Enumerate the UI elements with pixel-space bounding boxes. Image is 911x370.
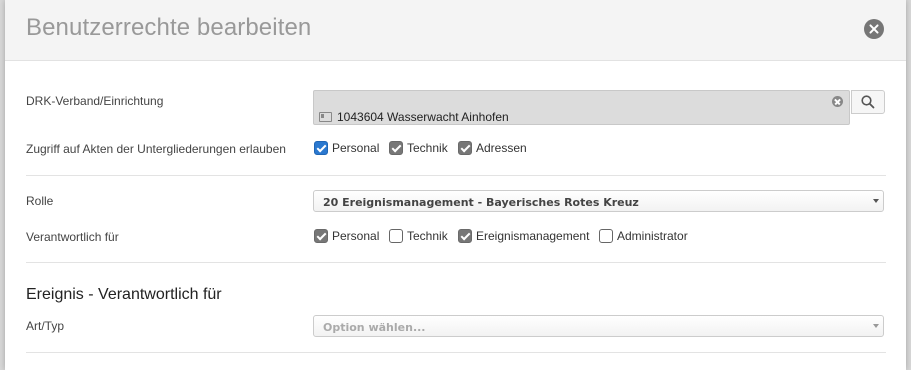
type-label: Art/Typ <box>26 319 65 333</box>
type-row: Art/Typ Option wählen... <box>26 315 886 337</box>
divider <box>26 262 886 263</box>
org-selected-item: 1043604 Wasserwacht Ainhofen <box>319 110 509 124</box>
access-row: Zugriff auf Akten der Untergliederungen … <box>26 140 886 160</box>
responsible-administrator-checkbox[interactable]: Administrator <box>599 229 688 243</box>
type-select[interactable]: Option wählen... <box>313 315 884 337</box>
role-select-value: 20 Ereignismanagement - Bayerisches Rote… <box>323 196 639 209</box>
dialog-title: Benutzerrechte bearbeiten <box>26 14 312 41</box>
role-row: Rolle 20 Ereignismanagement - Bayerische… <box>26 190 886 212</box>
responsible-ereignismanagement-checkbox[interactable]: Ereignismanagement <box>458 229 589 243</box>
checkbox-checked-icon <box>314 229 328 243</box>
checkbox-label: Ereignismanagement <box>476 229 590 243</box>
checkbox-label: Personal <box>332 229 380 243</box>
checkbox-checked-icon <box>458 229 472 243</box>
checkbox-label: Technik <box>407 141 448 155</box>
id-card-icon <box>319 112 332 122</box>
checkbox-label: Personal <box>332 141 380 155</box>
divider <box>26 175 886 176</box>
checkbox-label: Technik <box>407 229 448 243</box>
search-icon <box>861 95 875 109</box>
responsible-row: Verantwortlich für Personal Technik Erei… <box>26 228 886 248</box>
responsible-technik-checkbox[interactable]: Technik <box>389 229 448 243</box>
access-personal-checkbox[interactable]: Personal <box>314 141 379 155</box>
checkbox-label: Adressen <box>476 141 527 155</box>
checkbox-unchecked-icon <box>599 229 613 243</box>
checkbox-checked-icon <box>314 141 328 155</box>
divider <box>26 352 886 353</box>
dialog-header: Benutzerrechte bearbeiten <box>5 0 906 61</box>
access-technik-checkbox[interactable]: Technik <box>389 141 448 155</box>
responsible-label: Verantwortlich für <box>26 230 119 244</box>
checkbox-unchecked-icon <box>389 229 403 243</box>
clear-icon[interactable] <box>832 96 843 107</box>
org-value-text: 1043604 Wasserwacht Ainhofen <box>337 110 509 124</box>
org-selector[interactable]: 1043604 Wasserwacht Ainhofen <box>313 90 850 125</box>
role-label: Rolle <box>26 194 54 208</box>
org-search-button[interactable] <box>851 90 885 114</box>
close-icon[interactable] <box>864 19 884 39</box>
access-label: Zugriff auf Akten der Untergliederungen … <box>26 142 286 156</box>
checkbox-checked-icon <box>458 141 472 155</box>
role-select[interactable]: 20 Ereignismanagement - Bayerisches Rote… <box>313 190 884 212</box>
edit-permissions-dialog: Benutzerrechte bearbeiten DRK-Verband/Ei… <box>5 0 906 370</box>
checkbox-label: Administrator <box>617 229 688 243</box>
event-section-title: Ereignis - Verantwortlich für <box>26 286 222 303</box>
chevron-down-icon <box>873 199 879 203</box>
org-label: DRK-Verband/Einrichtung <box>26 94 164 108</box>
org-row: DRK-Verband/Einrichtung 1043604 Wasserwa… <box>26 90 886 126</box>
chevron-down-icon <box>873 324 879 328</box>
type-select-placeholder: Option wählen... <box>323 321 426 334</box>
responsible-personal-checkbox[interactable]: Personal <box>314 229 379 243</box>
access-adressen-checkbox[interactable]: Adressen <box>458 141 527 155</box>
checkbox-checked-icon <box>389 141 403 155</box>
